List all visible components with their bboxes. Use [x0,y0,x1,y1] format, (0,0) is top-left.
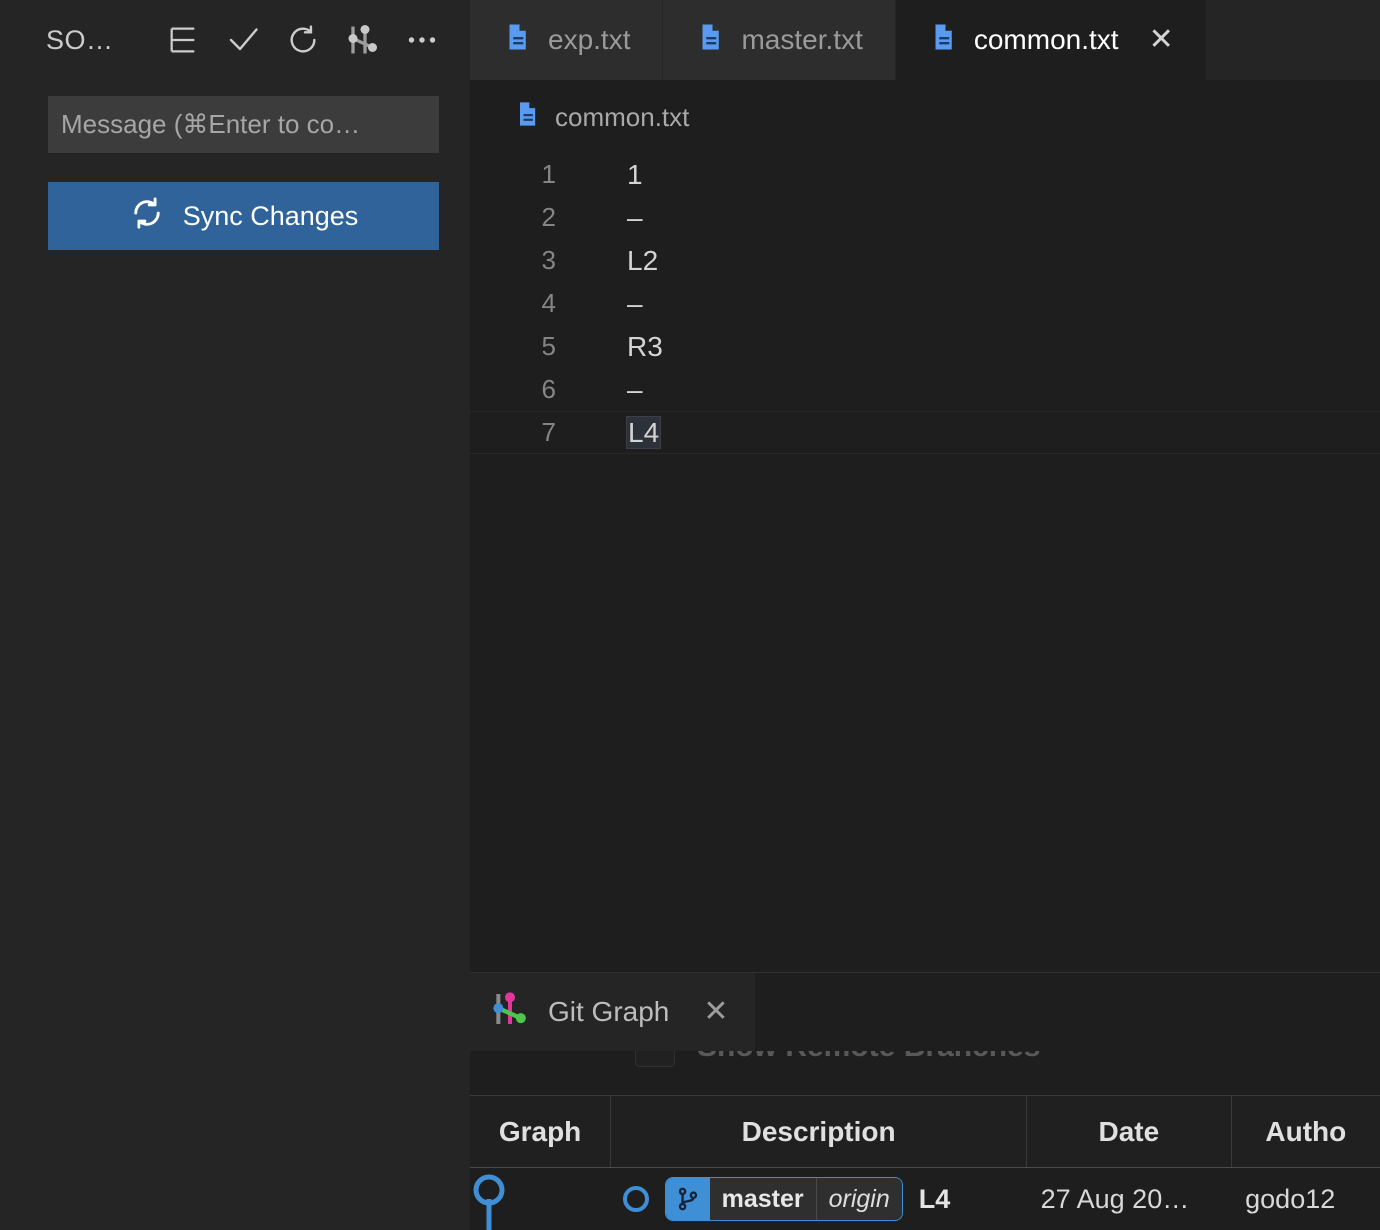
commit-date-cell: 27 Aug 20… [1026,1167,1232,1230]
code-line: 6 – [470,368,1380,411]
git-graph-icon[interactable] [333,12,393,68]
breadcrumb[interactable]: common.txt [470,93,1380,141]
commit-author: godo12 [1245,1183,1336,1214]
refresh-icon[interactable] [273,12,333,68]
code-editor[interactable]: 1 1 2 – 3 L2 4 – 5 R3 6 – 7 L4 [470,153,1380,454]
source-control-toolbar: SO… [0,0,470,80]
show-remote-branches-row[interactable]: Show Remote Branches [635,1051,1040,1067]
sync-changes-button[interactable]: Sync Changes [48,182,439,250]
column-header-author[interactable]: Autho [1231,1095,1380,1168]
line-number: 6 [541,374,556,404]
commit-dot-icon [622,1186,649,1212]
editor-tabbar: exp.txt master.txt common.txt ✕ [470,0,1380,81]
code-line: 4 – [470,282,1380,325]
text-file-icon [502,22,532,59]
column-header-graph[interactable]: Graph [470,1095,612,1168]
source-control-sidebar: SO… Message (⌘Enter to co… Sync Changes [0,0,470,1230]
editor-tab-master[interactable]: master.txt [663,0,896,80]
commit-message-input[interactable]: Message (⌘Enter to co… [48,96,439,153]
line-number: 4 [541,288,556,318]
show-remote-branches-label: Show Remote Branches [697,1051,1040,1064]
graph-node [470,1168,611,1230]
line-number: 7 [541,417,556,447]
branch-badge[interactable]: master origin [664,1177,903,1221]
code-line: 5 R3 [470,325,1380,368]
panel-tab-git-graph[interactable]: Git Graph ✕ [470,973,755,1051]
column-header-description[interactable]: Description [610,1095,1028,1168]
code-line: 1 1 [470,153,1380,196]
git-graph-body: Show Remote Branches Graph Description D… [470,1051,1380,1230]
editor-tab-label: master.txt [741,24,863,55]
close-icon[interactable]: ✕ [703,997,728,1027]
editor-tab-common[interactable]: common.txt ✕ [895,0,1207,80]
source-control-title: SO… [46,24,114,55]
commit-table-header: Graph Description Date Autho [470,1095,1380,1168]
view-as-tree-icon[interactable] [154,12,214,68]
line-content: – [627,373,643,405]
branch-icon [665,1178,710,1220]
line-content: R3 [627,330,663,362]
panel-tabbar: Git Graph ✕ [470,973,1380,1051]
table-row[interactable]: master origin L4 27 Aug 20… godo12 [470,1167,1380,1230]
column-header-date[interactable]: Date [1026,1095,1232,1168]
commit-check-icon[interactable] [213,12,273,68]
commit-table: Graph Description Date Autho master orig… [470,1095,1380,1230]
commit-graph-cell [470,1167,611,1230]
editor-tab-label: exp.txt [548,24,631,55]
show-remote-branches-checkbox[interactable] [635,1051,675,1067]
branch-remote: origin [816,1178,902,1220]
vscode-window: SO… Message (⌘Enter to co… Sync Changes … [0,0,1380,1230]
text-file-icon [928,22,958,59]
git-graph-color-icon [490,989,530,1036]
line-number: 1 [541,159,556,189]
line-number: 2 [541,202,556,232]
panel-tab-label: Git Graph [548,996,670,1027]
commit-description-cell: master origin L4 [610,1167,1027,1230]
line-content: L2 [627,244,659,276]
text-file-icon [513,100,541,135]
line-content: L4 [570,415,662,449]
line-number: 5 [541,331,556,361]
commit-message: L4 [918,1183,951,1214]
line-content: – [627,287,643,319]
breadcrumb-label: common.txt [555,101,690,132]
text-file-icon [695,22,725,59]
close-icon[interactable]: ✕ [1149,25,1174,55]
line-content: – [627,201,643,233]
editor-tab-exp[interactable]: exp.txt [470,0,664,80]
code-line: 2 – [470,196,1380,239]
git-graph-panel: Git Graph ✕ Show Remote Branches Graph D… [470,972,1380,1230]
line-number: 3 [541,245,556,275]
code-line-current: 7 L4 [470,411,1380,454]
word-highlight: L4 [625,415,662,449]
sync-changes-label: Sync Changes [182,200,359,231]
more-actions-icon[interactable] [392,12,452,68]
commit-date: 27 Aug 20… [1040,1183,1190,1214]
sync-icon [129,195,165,238]
commit-author-cell: godo12 [1231,1167,1380,1230]
editor-area: exp.txt master.txt common.txt ✕ common.t… [470,0,1380,1230]
branch-name: master [709,1178,817,1220]
editor-tab-label: common.txt [973,24,1119,55]
code-line: 3 L2 [470,239,1380,282]
line-content: 1 [627,158,643,190]
